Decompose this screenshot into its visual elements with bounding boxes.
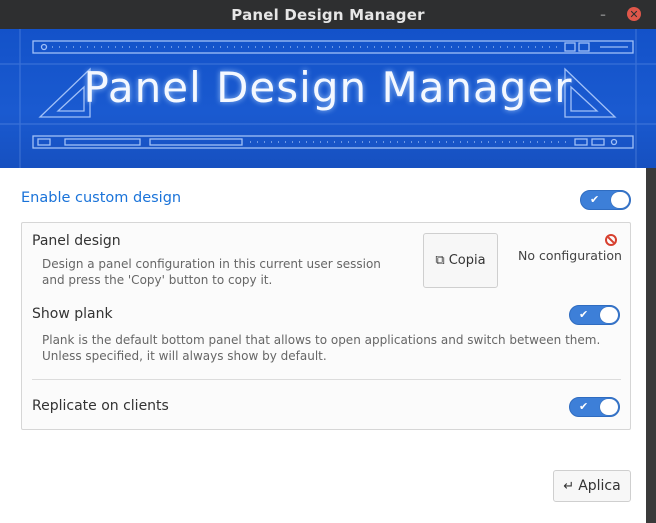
replicate-on-clients-title: Replicate on clients: [32, 398, 169, 414]
check-icon: ✔: [579, 400, 589, 413]
panel-design-description-line1: Design a panel configuration in this cur…: [42, 257, 381, 271]
window-title: Panel Design Manager: [231, 5, 425, 24]
switch-knob: [600, 307, 618, 323]
no-entry-icon: [605, 234, 617, 246]
window-edge: [646, 168, 656, 523]
apply-button[interactable]: ↵ Aplica: [553, 470, 631, 502]
show-plank-description-line2: Unless specified, it will always show by…: [42, 349, 327, 363]
minimize-icon: –: [600, 7, 606, 21]
show-plank-switch[interactable]: ✔: [569, 305, 620, 325]
apply-button-label: Aplica: [578, 478, 621, 494]
check-icon: ✔: [590, 193, 600, 206]
title-bar: Panel Design Manager – ✕: [0, 0, 656, 29]
enable-custom-design-switch[interactable]: ✔: [580, 190, 631, 210]
banner-title: Panel Design Manager: [83, 63, 573, 112]
switch-knob: [600, 399, 618, 415]
show-plank-title: Show plank: [32, 306, 113, 322]
check-icon: ✔: [579, 308, 589, 321]
copy-button[interactable]: ⧉ Copia: [423, 233, 498, 288]
replicate-on-clients-switch[interactable]: ✔: [569, 397, 620, 417]
panel-design-description-line2: and press the 'Copy' button to copy it.: [42, 273, 273, 287]
enable-custom-design-label: Enable custom design: [21, 190, 182, 206]
section-divider: [32, 379, 621, 380]
return-arrow-icon: ↵: [563, 478, 575, 494]
minimize-button[interactable]: –: [596, 7, 610, 21]
copy-icon: ⧉: [435, 253, 445, 268]
panel-design-title: Panel design: [32, 233, 121, 249]
close-icon: ✕: [629, 7, 639, 21]
copy-button-label: Copia: [448, 253, 486, 268]
switch-knob: [611, 192, 629, 208]
close-button[interactable]: ✕: [627, 7, 641, 21]
show-plank-description-line1: Plank is the default bottom panel that a…: [42, 333, 601, 347]
configuration-status: No configuration: [518, 248, 622, 263]
header-banner: Panel Design Manager: [0, 29, 656, 168]
